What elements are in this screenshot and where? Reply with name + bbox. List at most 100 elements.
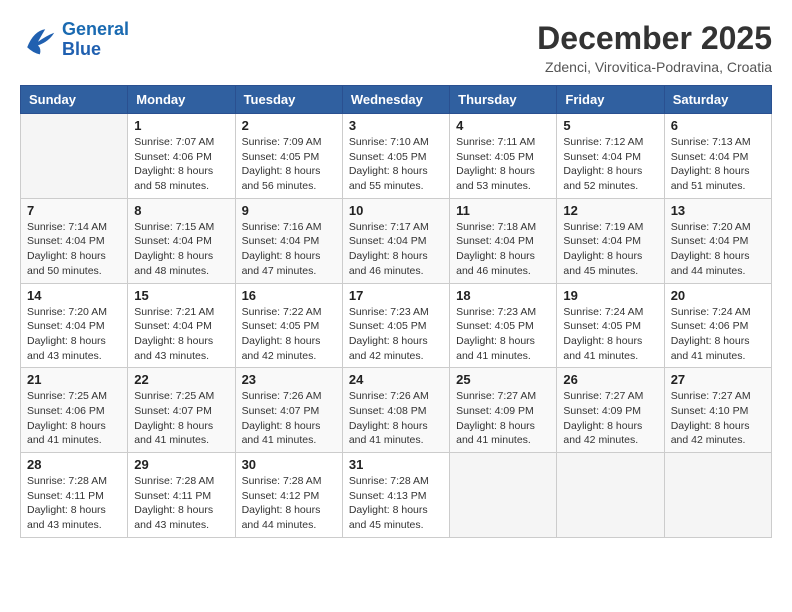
calendar-cell: [21, 114, 128, 199]
day-number: 9: [242, 203, 336, 218]
calendar-cell: 24 Sunrise: 7:26 AM Sunset: 4:08 PM Dayli…: [342, 368, 449, 453]
calendar-cell: [450, 453, 557, 538]
calendar-table: SundayMondayTuesdayWednesdayThursdayFrid…: [20, 85, 772, 538]
day-number: 24: [349, 372, 443, 387]
weekday-header-row: SundayMondayTuesdayWednesdayThursdayFrid…: [21, 86, 772, 114]
calendar-cell: 15 Sunrise: 7:21 AM Sunset: 4:04 PM Dayli…: [128, 283, 235, 368]
calendar-week-row: 1 Sunrise: 7:07 AM Sunset: 4:06 PM Daylig…: [21, 114, 772, 199]
calendar-week-row: 21Sunrise: 7:25 AM Sunset: 4:06 PM Dayli…: [21, 368, 772, 453]
calendar-cell: 2Sunrise: 7:09 AM Sunset: 4:05 PM Daylig…: [235, 114, 342, 199]
day-info: Sunrise: 7:20 AM Sunset: 4:04 PM Dayligh…: [671, 220, 765, 279]
day-info: Sunrise: 7:25 AM Sunset: 4:06 PM Dayligh…: [27, 389, 121, 448]
day-info: Sunrise: 7:28 AM Sunset: 4:13 PM Dayligh…: [349, 474, 443, 533]
day-info: Sunrise: 7:21 AM Sunset: 4:04 PM Dayligh…: [134, 305, 228, 364]
calendar-cell: 30 Sunrise: 7:28 AM Sunset: 4:12 PM Dayli…: [235, 453, 342, 538]
page-header: General Blue December 2025 Zdenci, Virov…: [20, 20, 772, 75]
day-number: 20: [671, 288, 765, 303]
day-info: Sunrise: 7:14 AM Sunset: 4:04 PM Dayligh…: [27, 220, 121, 279]
calendar-cell: 11 Sunrise: 7:18 AM Sunset: 4:04 PM Dayli…: [450, 198, 557, 283]
title-block: December 2025 Zdenci, Virovitica-Podravi…: [537, 20, 772, 75]
calendar-cell: 17 Sunrise: 7:23 AM Sunset: 4:05 PM Dayli…: [342, 283, 449, 368]
logo-text: General Blue: [62, 20, 129, 60]
calendar-cell: 16Sunrise: 7:22 AM Sunset: 4:05 PM Dayli…: [235, 283, 342, 368]
calendar-cell: 6Sunrise: 7:13 AM Sunset: 4:04 PM Daylig…: [664, 114, 771, 199]
weekday-header-monday: Monday: [128, 86, 235, 114]
calendar-cell: 14 Sunrise: 7:20 AM Sunset: 4:04 PM Dayli…: [21, 283, 128, 368]
day-number: 7: [27, 203, 121, 218]
month-title: December 2025: [537, 20, 772, 57]
calendar-cell: 4 Sunrise: 7:11 AM Sunset: 4:05 PM Daylig…: [450, 114, 557, 199]
calendar-cell: 20 Sunrise: 7:24 AM Sunset: 4:06 PM Dayli…: [664, 283, 771, 368]
day-number: 28: [27, 457, 121, 472]
day-number: 22: [134, 372, 228, 387]
day-number: 25: [456, 372, 550, 387]
calendar-cell: 13 Sunrise: 7:20 AM Sunset: 4:04 PM Dayli…: [664, 198, 771, 283]
calendar-week-row: 7 Sunrise: 7:14 AM Sunset: 4:04 PM Daylig…: [21, 198, 772, 283]
day-number: 23: [242, 372, 336, 387]
day-number: 10: [349, 203, 443, 218]
calendar-cell: 28 Sunrise: 7:28 AM Sunset: 4:11 PM Dayli…: [21, 453, 128, 538]
day-info: Sunrise: 7:27 AM Sunset: 4:09 PM Dayligh…: [563, 389, 657, 448]
weekday-header-friday: Friday: [557, 86, 664, 114]
weekday-header-tuesday: Tuesday: [235, 86, 342, 114]
calendar-cell: [557, 453, 664, 538]
calendar-cell: 9 Sunrise: 7:16 AM Sunset: 4:04 PM Daylig…: [235, 198, 342, 283]
day-info: Sunrise: 7:12 AM Sunset: 4:04 PM Dayligh…: [563, 135, 657, 194]
calendar-week-row: 14 Sunrise: 7:20 AM Sunset: 4:04 PM Dayli…: [21, 283, 772, 368]
day-number: 6: [671, 118, 765, 133]
day-number: 18: [456, 288, 550, 303]
calendar-cell: 25 Sunrise: 7:27 AM Sunset: 4:09 PM Dayli…: [450, 368, 557, 453]
calendar-cell: 21Sunrise: 7:25 AM Sunset: 4:06 PM Dayli…: [21, 368, 128, 453]
calendar-cell: [664, 453, 771, 538]
location: Zdenci, Virovitica-Podravina, Croatia: [537, 59, 772, 75]
calendar-cell: 7 Sunrise: 7:14 AM Sunset: 4:04 PM Daylig…: [21, 198, 128, 283]
day-number: 1: [134, 118, 228, 133]
day-info: Sunrise: 7:18 AM Sunset: 4:04 PM Dayligh…: [456, 220, 550, 279]
day-info: Sunrise: 7:26 AM Sunset: 4:07 PM Dayligh…: [242, 389, 336, 448]
day-info: Sunrise: 7:28 AM Sunset: 4:11 PM Dayligh…: [134, 474, 228, 533]
day-number: 11: [456, 203, 550, 218]
day-info: Sunrise: 7:24 AM Sunset: 4:06 PM Dayligh…: [671, 305, 765, 364]
calendar-cell: 5Sunrise: 7:12 AM Sunset: 4:04 PM Daylig…: [557, 114, 664, 199]
calendar-cell: 27Sunrise: 7:27 AM Sunset: 4:10 PM Dayli…: [664, 368, 771, 453]
calendar-week-row: 28 Sunrise: 7:28 AM Sunset: 4:11 PM Dayli…: [21, 453, 772, 538]
day-number: 8: [134, 203, 228, 218]
day-info: Sunrise: 7:24 AM Sunset: 4:05 PM Dayligh…: [563, 305, 657, 364]
logo-icon: [20, 22, 56, 58]
day-info: Sunrise: 7:10 AM Sunset: 4:05 PM Dayligh…: [349, 135, 443, 194]
day-number: 4: [456, 118, 550, 133]
day-info: Sunrise: 7:27 AM Sunset: 4:10 PM Dayligh…: [671, 389, 765, 448]
calendar-cell: 1 Sunrise: 7:07 AM Sunset: 4:06 PM Daylig…: [128, 114, 235, 199]
day-info: Sunrise: 7:25 AM Sunset: 4:07 PM Dayligh…: [134, 389, 228, 448]
day-number: 19: [563, 288, 657, 303]
logo: General Blue: [20, 20, 129, 60]
day-number: 3: [349, 118, 443, 133]
day-info: Sunrise: 7:22 AM Sunset: 4:05 PM Dayligh…: [242, 305, 336, 364]
day-info: Sunrise: 7:16 AM Sunset: 4:04 PM Dayligh…: [242, 220, 336, 279]
weekday-header-sunday: Sunday: [21, 86, 128, 114]
day-info: Sunrise: 7:07 AM Sunset: 4:06 PM Dayligh…: [134, 135, 228, 194]
day-info: Sunrise: 7:11 AM Sunset: 4:05 PM Dayligh…: [456, 135, 550, 194]
day-number: 14: [27, 288, 121, 303]
calendar-cell: 10 Sunrise: 7:17 AM Sunset: 4:04 PM Dayli…: [342, 198, 449, 283]
day-info: Sunrise: 7:20 AM Sunset: 4:04 PM Dayligh…: [27, 305, 121, 364]
weekday-header-thursday: Thursday: [450, 86, 557, 114]
day-number: 13: [671, 203, 765, 218]
day-number: 30: [242, 457, 336, 472]
day-info: Sunrise: 7:26 AM Sunset: 4:08 PM Dayligh…: [349, 389, 443, 448]
day-info: Sunrise: 7:15 AM Sunset: 4:04 PM Dayligh…: [134, 220, 228, 279]
day-number: 15: [134, 288, 228, 303]
day-number: 17: [349, 288, 443, 303]
calendar-cell: 23 Sunrise: 7:26 AM Sunset: 4:07 PM Dayli…: [235, 368, 342, 453]
day-info: Sunrise: 7:17 AM Sunset: 4:04 PM Dayligh…: [349, 220, 443, 279]
day-info: Sunrise: 7:23 AM Sunset: 4:05 PM Dayligh…: [349, 305, 443, 364]
day-info: Sunrise: 7:27 AM Sunset: 4:09 PM Dayligh…: [456, 389, 550, 448]
calendar-cell: 31Sunrise: 7:28 AM Sunset: 4:13 PM Dayli…: [342, 453, 449, 538]
day-info: Sunrise: 7:28 AM Sunset: 4:11 PM Dayligh…: [27, 474, 121, 533]
calendar-cell: 3 Sunrise: 7:10 AM Sunset: 4:05 PM Daylig…: [342, 114, 449, 199]
day-info: Sunrise: 7:28 AM Sunset: 4:12 PM Dayligh…: [242, 474, 336, 533]
day-number: 29: [134, 457, 228, 472]
day-info: Sunrise: 7:23 AM Sunset: 4:05 PM Dayligh…: [456, 305, 550, 364]
day-number: 2: [242, 118, 336, 133]
calendar-cell: 29 Sunrise: 7:28 AM Sunset: 4:11 PM Dayli…: [128, 453, 235, 538]
